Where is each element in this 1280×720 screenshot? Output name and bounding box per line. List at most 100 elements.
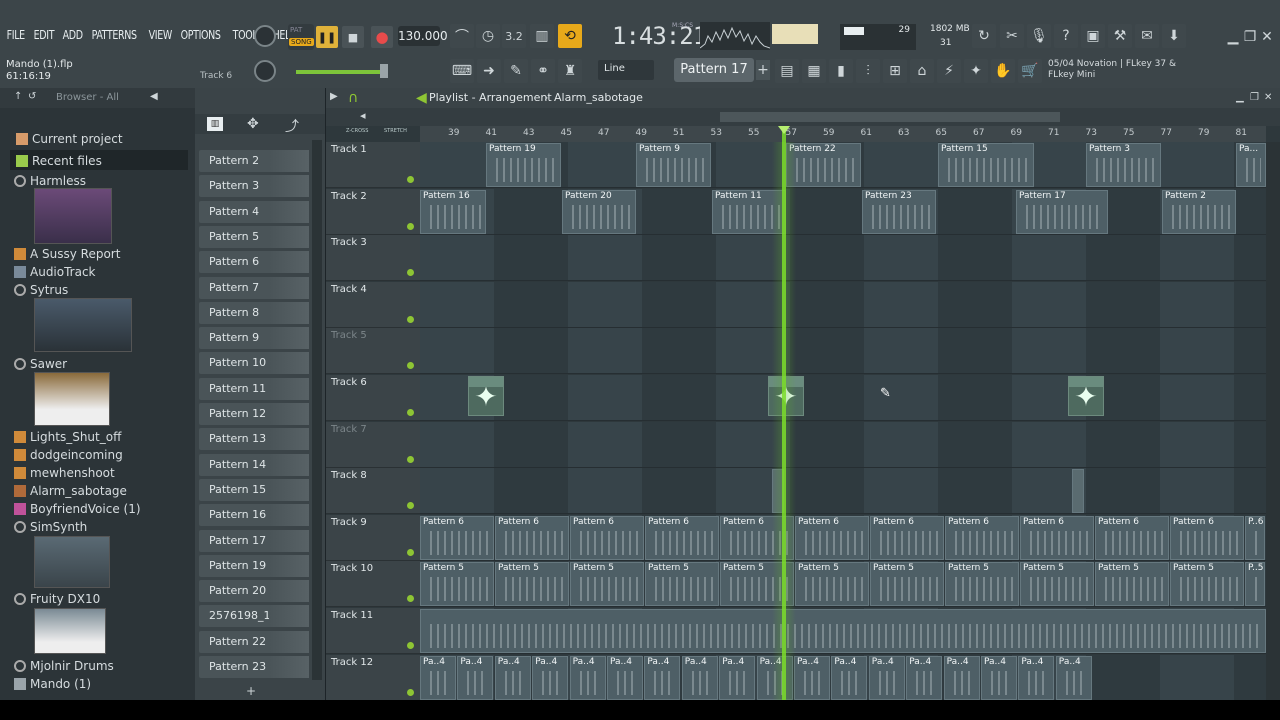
speaker-icon[interactable]: ◀	[150, 91, 158, 102]
pattern-mode-icon[interactable]: ▥	[207, 117, 223, 131]
pattern-clip[interactable]: Pattern 6	[795, 515, 869, 560]
browser-item-alarm-sabotage[interactable]: Alarm_sabotage	[14, 482, 127, 500]
pattern-clip[interactable]: Pattern 5	[795, 562, 869, 607]
menu-view[interactable]: VIEW	[146, 28, 175, 46]
pattern-clip[interactable]: Pattern 5	[645, 562, 719, 607]
pattern-list-item[interactable]: Pattern 13	[199, 428, 309, 451]
pattern-clip[interactable]: Pa..4	[981, 655, 1017, 700]
track-mute-led[interactable]	[407, 642, 414, 649]
pattern-list-item[interactable]: Pattern 11	[199, 377, 309, 400]
track-mute-led[interactable]	[407, 688, 414, 696]
microphone-icon[interactable]: 🎙	[1027, 24, 1051, 48]
track-header[interactable]: Track 12	[326, 654, 420, 701]
pattern-list-item[interactable]: Pattern 14	[199, 453, 309, 476]
touch-keyboard-icon[interactable]: ✋	[991, 59, 1015, 83]
pattern-clip[interactable]: Pattern 3	[1086, 143, 1161, 187]
pattern-clip[interactable]: Pattern 16	[420, 189, 486, 234]
track-header[interactable]: Track 2	[326, 188, 420, 235]
menu-patterns[interactable]: PATTERNS	[89, 28, 139, 46]
play-arrow-icon[interactable]: ▶	[330, 91, 338, 102]
pattern-selector[interactable]: Pattern 17	[674, 58, 754, 82]
track-mute-led[interactable]	[407, 455, 414, 463]
pattern-clip[interactable]: Pattern 2	[1162, 189, 1236, 234]
track-header[interactable]: Track 4	[326, 281, 420, 328]
pattern-clip[interactable]: Pattern 5	[570, 562, 644, 607]
pattern-list-item[interactable]: Pattern 15	[199, 478, 309, 501]
browser-item-current-project[interactable]: Current project	[16, 130, 123, 148]
close-icon[interactable]: ✕	[1260, 29, 1274, 45]
undo-history-icon[interactable]: ↻	[972, 24, 996, 48]
close-icon[interactable]: ✕	[1264, 92, 1272, 103]
browser-item-mewhenshoot[interactable]: mewhenshoot	[14, 464, 115, 482]
pattern-clip[interactable]: Pa..4	[457, 655, 494, 700]
pattern-clip[interactable]: Pattern 20	[562, 189, 636, 234]
pattern-clip[interactable]: Pa..4	[607, 655, 643, 700]
timeline-ruler[interactable]: 39 41 43 45 47 49 51 53 55 57 59 61 63 65 67 69 71 73 75 77…	[420, 126, 1266, 142]
track-header[interactable]: Track 6	[326, 375, 420, 421]
curve-icon[interactable]: ⤴	[285, 116, 299, 136]
browser-item-mando[interactable]: Mando (1)	[14, 675, 91, 693]
pattern-clip[interactable]	[1072, 469, 1084, 514]
loop-record-icon[interactable]: ⟲	[558, 24, 582, 48]
track-mute-led[interactable]	[407, 269, 414, 277]
step-edit-icon[interactable]: ▥	[530, 24, 554, 48]
speaker-icon[interactable]: ◀	[416, 90, 427, 106]
tempo-tap-icon[interactable]: ✦	[964, 59, 988, 83]
arrow-left-icon[interactable]: ◂	[360, 109, 366, 122]
pattern-clip[interactable]	[420, 609, 1266, 653]
track-header[interactable]: Track 8	[326, 468, 420, 515]
pattern-list-item[interactable]: Pattern 4	[199, 200, 309, 223]
pattern-list-item[interactable]: Pattern 7	[199, 276, 309, 299]
pattern-clip[interactable]: Pa..4	[943, 655, 980, 700]
add-pattern-icon[interactable]: +	[756, 60, 770, 80]
pattern-clip[interactable]: Pattern 19	[486, 143, 561, 187]
pattern-clip[interactable]: Pa..4	[868, 655, 905, 700]
pattern-clip[interactable]: Pa..4	[681, 655, 718, 700]
pattern-clip[interactable]: Pattern 5	[1095, 562, 1169, 607]
pattern-list-item[interactable]: Pattern 16	[199, 504, 309, 527]
shop-icon[interactable]: 🛒	[1018, 59, 1042, 83]
pattern-list-item[interactable]: Pattern 8	[199, 301, 309, 324]
pattern-clip[interactable]: P..5	[1245, 562, 1265, 607]
pattern-clip[interactable]: Pattern 5	[420, 562, 494, 607]
pattern-clip[interactable]: Pattern 15	[938, 143, 1034, 187]
track-mute-led[interactable]	[407, 362, 414, 370]
pattern-list-item[interactable]: Pattern 23	[199, 656, 309, 678]
pattern-clip[interactable]: Pattern 5	[1020, 562, 1094, 607]
pattern-clip[interactable]: Pattern 5	[945, 562, 1019, 607]
track-header[interactable]: Track 7	[326, 421, 420, 468]
pattern-list-item[interactable]: Pattern 9	[199, 327, 309, 350]
track-mute-led[interactable]	[407, 222, 414, 230]
browser-item-fruity-dx10[interactable]: Fruity DX10	[14, 590, 100, 608]
magnet-icon[interactable]: ∩	[348, 90, 358, 106]
pattern-clip[interactable]: Pa..4	[532, 655, 569, 700]
pattern-clip[interactable]: Pattern 6	[645, 515, 719, 560]
pattern-clip[interactable]: Pa..4	[420, 655, 456, 700]
pattern-clip[interactable]: Pa..4	[644, 655, 681, 700]
playhead[interactable]	[782, 126, 786, 700]
menu-file[interactable]: FILE	[4, 28, 27, 46]
restore-icon[interactable]: ❐	[1243, 29, 1257, 45]
split-icon[interactable]: ✥	[247, 116, 259, 132]
pat-song-toggle[interactable]: PAT SONG	[288, 24, 314, 50]
browser-item-audiotrack[interactable]: AudioTrack	[14, 263, 96, 281]
browser-item-sytrus[interactable]: Sytrus	[14, 281, 68, 299]
track-lane[interactable]	[420, 421, 1266, 468]
pattern-clip[interactable]: Pa..4	[1055, 655, 1092, 700]
pattern-clip[interactable]: Pa...	[1236, 143, 1266, 187]
pattern-list-item[interactable]: Pattern 12	[199, 403, 309, 425]
pattern-clip[interactable]: Pattern 5	[495, 562, 569, 607]
pattern-clip[interactable]: Pattern 6	[495, 515, 569, 560]
browser-item-recent-files[interactable]: Recent files	[16, 152, 102, 170]
track-header[interactable]: Track 1	[326, 142, 420, 188]
countdown-icon[interactable]: 3.2	[502, 24, 526, 48]
plugin-picker-icon[interactable]: ⚡	[937, 59, 961, 83]
pattern-list-item[interactable]: Pattern 5	[199, 225, 309, 248]
track-header[interactable]: Track 10	[326, 561, 420, 608]
channel-rack-icon[interactable]: ⊞	[883, 59, 907, 83]
track-header[interactable]: Track 5	[326, 328, 420, 375]
track-mute-led[interactable]	[407, 548, 414, 556]
menu-edit[interactable]: EDIT	[31, 28, 57, 46]
vertical-scrollbar[interactable]	[1266, 142, 1280, 700]
picker-scrollbar[interactable]	[312, 140, 322, 680]
